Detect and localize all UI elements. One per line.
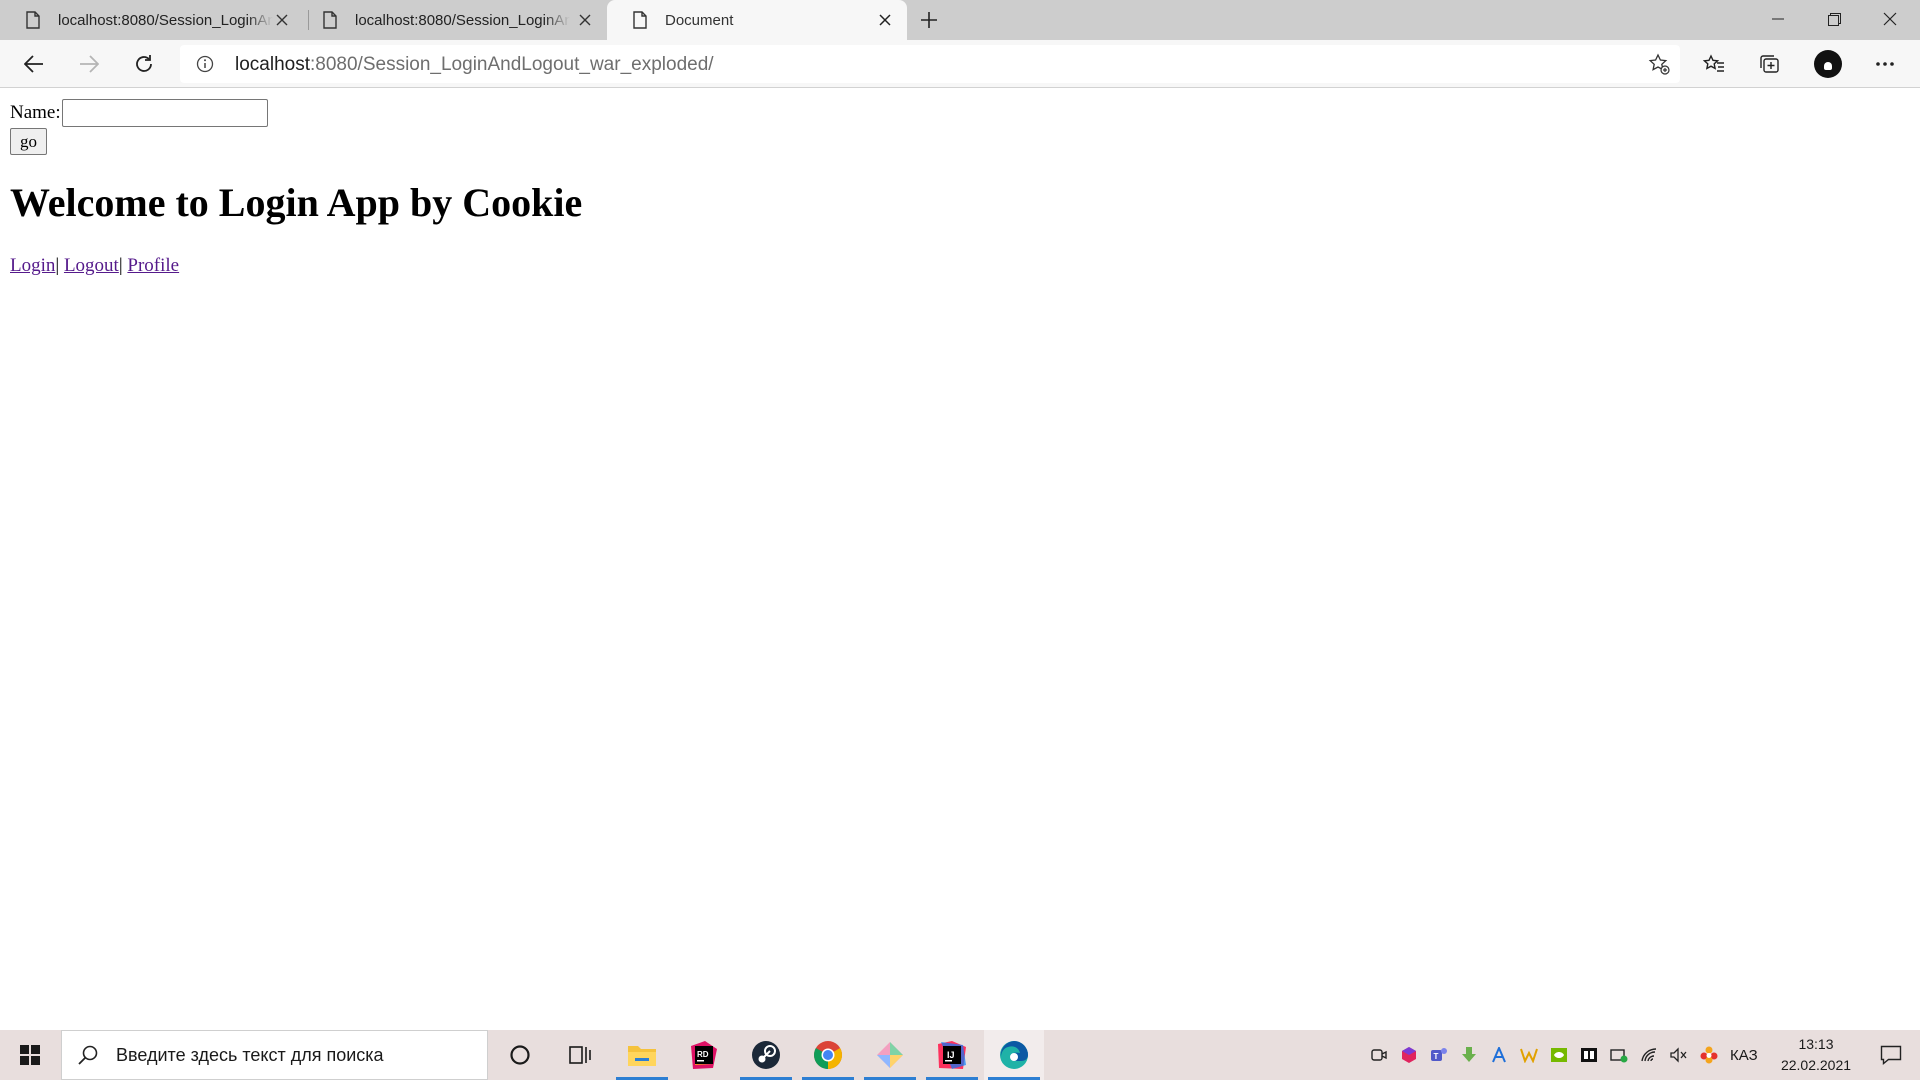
- meet-now-icon[interactable]: [1364, 1030, 1394, 1080]
- nav-links: Login| Logout| Profile: [10, 255, 179, 277]
- close-tab-icon[interactable]: [575, 10, 595, 30]
- tab-1[interactable]: localhost:8080/Session_LoginAndLogout_wa…: [0, 0, 304, 40]
- widget-app-icon[interactable]: [1574, 1030, 1604, 1080]
- person-icon: [1824, 62, 1832, 70]
- restore-icon: [1827, 12, 1841, 26]
- tab-strip: localhost:8080/Session_LoginAndLogout_wa…: [0, 0, 1920, 40]
- notification-icon: [1880, 1045, 1902, 1065]
- tab-2[interactable]: localhost:8080/Session_LoginAndLogout_wa…: [297, 0, 607, 40]
- flower-app-icon[interactable]: [1694, 1030, 1724, 1080]
- page-icon: [26, 11, 40, 29]
- logout-link[interactable]: Logout: [64, 255, 119, 276]
- name-form: Name:: [10, 99, 268, 127]
- link-separator: |: [55, 255, 60, 276]
- tab-title: localhost:8080/Session_LoginAndLogout_wa…: [355, 11, 570, 29]
- plus-icon: [921, 12, 937, 28]
- svg-text:RD: RD: [697, 1050, 709, 1059]
- link-separator: |: [118, 255, 123, 276]
- steam-app[interactable]: [736, 1030, 796, 1080]
- task-view-icon: [569, 1046, 591, 1064]
- tab-title: Document: [665, 11, 734, 29]
- steam-icon: [752, 1041, 780, 1069]
- intellij-icon: IJ: [938, 1041, 966, 1069]
- svg-text:IJ: IJ: [947, 1050, 955, 1060]
- teams-icon[interactable]: T: [1424, 1030, 1454, 1080]
- add-favorite-icon[interactable]: [1648, 53, 1670, 75]
- cortana-button[interactable]: [490, 1030, 550, 1080]
- kite-app[interactable]: [860, 1030, 920, 1080]
- profile-avatar[interactable]: [1814, 50, 1842, 78]
- name-input[interactable]: [61, 99, 268, 127]
- wifi-icon[interactable]: [1634, 1030, 1664, 1080]
- favorites-icon: [1703, 54, 1724, 72]
- network-adapter-icon[interactable]: [1604, 1030, 1634, 1080]
- close-tab-icon[interactable]: [875, 10, 895, 30]
- restore-button[interactable]: [1806, 0, 1862, 38]
- cube-app-icon[interactable]: [1394, 1030, 1424, 1080]
- name-label: Name:: [10, 102, 61, 123]
- intellij-app[interactable]: IJ: [922, 1030, 982, 1080]
- cortana-icon: [510, 1045, 530, 1065]
- arrow-left-icon: [24, 55, 43, 73]
- clock-date: 22.02.2021: [1780, 1057, 1852, 1073]
- edge-app[interactable]: [984, 1030, 1044, 1080]
- minimize-icon: [1772, 18, 1784, 20]
- forward-button[interactable]: [72, 48, 106, 80]
- login-link[interactable]: Login: [10, 255, 55, 276]
- collections-button[interactable]: [1753, 48, 1787, 80]
- edge-icon: [1000, 1041, 1028, 1069]
- info-icon[interactable]: [196, 55, 214, 73]
- chrome-app[interactable]: [798, 1030, 858, 1080]
- close-window-button[interactable]: [1862, 0, 1918, 38]
- page-icon: [323, 11, 337, 29]
- more-icon: [1876, 62, 1894, 66]
- page-title: Welcome to Login App by Cookie: [10, 180, 583, 225]
- browser-toolbar: localhost:8080/Session_LoginAndLogout_wa…: [0, 40, 1920, 88]
- taskbar: Введите здесь текст для поиска RD IJ T К…: [0, 1030, 1920, 1080]
- rider-app[interactable]: RD: [674, 1030, 734, 1080]
- tab-title: localhost:8080/Session_LoginAndLogout_wa…: [58, 11, 273, 29]
- go-button[interactable]: go: [10, 128, 47, 155]
- svg-text:T: T: [1434, 1052, 1439, 1061]
- settings-more-button[interactable]: [1868, 48, 1902, 80]
- page-viewport: Name: go Welcome to Login App by Cookie …: [0, 89, 1920, 1030]
- favorites-button[interactable]: [1697, 48, 1731, 80]
- search-icon: [78, 1045, 98, 1065]
- url-text[interactable]: localhost:8080/Session_LoginAndLogout_wa…: [235, 54, 714, 76]
- arrow-right-icon: [80, 55, 99, 73]
- refresh-button[interactable]: [127, 48, 161, 80]
- windows-icon: [20, 1045, 40, 1065]
- profile-link[interactable]: Profile: [127, 255, 179, 276]
- back-button[interactable]: [17, 48, 51, 80]
- page-icon: [633, 11, 647, 29]
- tab-3[interactable]: Document: [607, 0, 907, 40]
- task-view-button[interactable]: [550, 1030, 610, 1080]
- search-placeholder: Введите здесь текст для поиска: [116, 1044, 384, 1065]
- minimize-button[interactable]: [1750, 0, 1806, 38]
- system-tray: T: [1364, 1030, 1724, 1080]
- font-app-icon[interactable]: [1484, 1030, 1514, 1080]
- file-explorer-app[interactable]: [612, 1030, 672, 1080]
- rider-icon: RD: [691, 1041, 717, 1069]
- volume-muted-icon[interactable]: [1664, 1030, 1694, 1080]
- taskbar-search[interactable]: Введите здесь текст для поиска: [61, 1030, 488, 1080]
- new-tab-button[interactable]: [913, 4, 945, 36]
- folder-icon: [628, 1046, 656, 1066]
- collections-icon: [1760, 55, 1779, 73]
- address-bar[interactable]: localhost:8080/Session_LoginAndLogout_wa…: [180, 45, 1680, 83]
- notifications-button[interactable]: [1862, 1030, 1920, 1080]
- input-language[interactable]: КАЗ: [1730, 1030, 1758, 1080]
- close-icon: [1883, 12, 1897, 26]
- refresh-icon: [136, 55, 152, 72]
- close-tab-icon[interactable]: [272, 10, 292, 30]
- kite-icon: [877, 1042, 903, 1068]
- wargaming-icon[interactable]: [1514, 1030, 1544, 1080]
- download-icon[interactable]: [1454, 1030, 1484, 1080]
- clock-time: 13:13: [1798, 1036, 1834, 1052]
- chrome-icon: [814, 1041, 842, 1069]
- taskbar-clock[interactable]: 13:13 22.02.2021: [1768, 1034, 1864, 1076]
- nvidia-icon[interactable]: [1544, 1030, 1574, 1080]
- start-button[interactable]: [0, 1030, 60, 1080]
